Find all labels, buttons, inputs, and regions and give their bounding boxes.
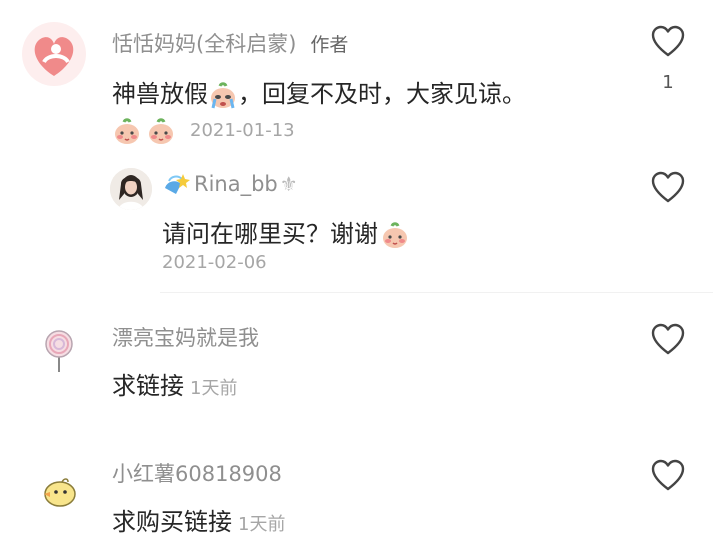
heart-outline-icon[interactable] [650, 24, 686, 60]
reply-text: 请问在哪里买？谢谢 [162, 214, 410, 250]
comment-meta: 2021-01-13 [112, 116, 295, 146]
heart-outline-icon[interactable] [650, 322, 686, 358]
like-count: 1 [662, 72, 674, 93]
reply-avatar[interactable] [110, 168, 152, 210]
fleur-de-lis-icon: ⚜ [279, 172, 298, 196]
lollipop-avatar-icon [45, 330, 73, 372]
comment-item: 小红薯60818908 求购买链接 1天前 [0, 440, 713, 550]
avatar[interactable] [22, 22, 86, 86]
username[interactable]: 小红薯60818908 [112, 458, 282, 488]
divider [160, 292, 713, 293]
heart-outline-icon[interactable] [650, 170, 686, 206]
comment-date: 2021-01-13 [190, 120, 295, 141]
username-text[interactable]: 恬恬妈妈(全科启蒙) [112, 32, 296, 56]
blushing-peach-emoji-icon [149, 118, 173, 144]
avatar[interactable] [36, 328, 82, 374]
chick-avatar-icon [44, 478, 76, 507]
author-badge: 作者 [310, 34, 349, 56]
blushing-peach-emoji-icon [383, 222, 407, 248]
reply-date: 2021-02-06 [162, 252, 267, 273]
username[interactable]: 漂亮宝妈就是我 [112, 322, 259, 352]
comment-item: 漂亮宝妈就是我 求链接 1天前 [0, 300, 713, 420]
comment-text: 神兽放假 ，回复不及时，大家见谅。 [112, 80, 526, 109]
comment-time: 1天前 [238, 514, 286, 535]
brand-logo-icon [34, 37, 74, 76]
crying-face-emoji-icon [211, 82, 235, 109]
profile-photo-icon [110, 168, 152, 210]
blushing-peach-emoji-icon [115, 118, 139, 144]
comment-time: 1天前 [190, 378, 238, 399]
gem-badge-icon [165, 174, 190, 194]
comment-item: 恬恬妈妈(全科启蒙) 作者 神兽放假 ，回复不及时，大家见谅。 2021-01-1… [0, 0, 713, 290]
avatar[interactable] [38, 470, 80, 512]
username[interactable]: 恬恬妈妈(全科启蒙) 作者 [112, 28, 348, 58]
reply-username[interactable]: Rina_bb ⚜ [162, 172, 298, 198]
comment-text: 求购买链接 1天前 [112, 508, 286, 536]
comment-text: 求链接 1天前 [112, 372, 238, 400]
heart-outline-icon[interactable] [650, 458, 686, 494]
